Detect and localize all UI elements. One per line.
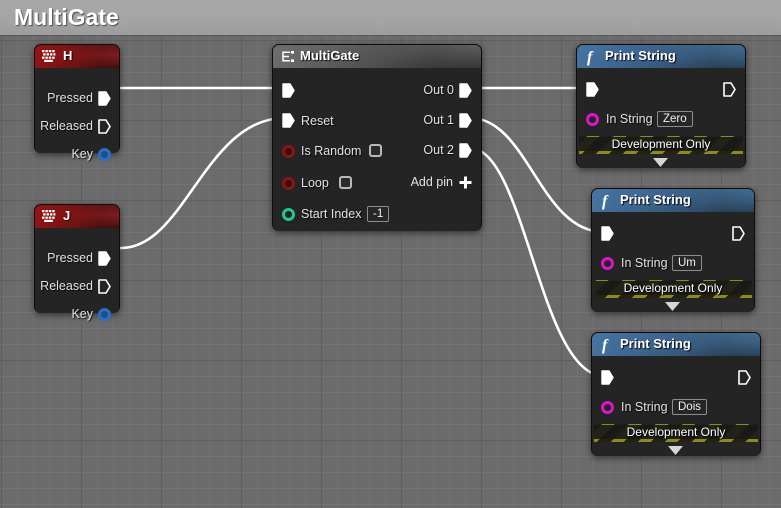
data-pin-key[interactable] — [98, 148, 111, 161]
function-icon: f — [600, 191, 614, 212]
node-title-key-h: H — [63, 48, 73, 63]
exec-pin-in[interactable] — [601, 370, 614, 385]
node-header-key-j[interactable]: J — [35, 205, 119, 228]
exec-pin-out[interactable] — [723, 82, 736, 97]
pin-label-key: Key — [71, 147, 93, 161]
pin-label-reset: Reset — [301, 114, 334, 128]
pin-label-out-0: Out 0 — [423, 83, 454, 97]
svg-text:f: f — [587, 49, 594, 66]
node-print-string-dois[interactable]: f Print String In String Dois Developmen… — [591, 332, 761, 456]
development-only-label: Development Only — [594, 425, 758, 439]
node-header-key-h[interactable]: H — [35, 45, 119, 68]
start-index-input[interactable]: -1 — [367, 206, 390, 222]
node-header-print-string-zero[interactable]: f Print String — [577, 45, 745, 68]
in-string-input[interactable]: Um — [672, 255, 702, 271]
data-pin-is-random[interactable] — [282, 145, 295, 158]
node-input-key-j[interactable]: J Pressed Released Key — [34, 204, 120, 321]
blueprint-graph-canvas[interactable]: H Pressed Released Key J Pressed Release… — [0, 36, 781, 508]
node-print-string-zero[interactable]: f Print String In String Zero Developmen… — [576, 44, 746, 168]
pin-label-released: Released — [40, 279, 93, 293]
node-body-key-j: Pressed Released Key — [35, 228, 119, 321]
exec-pin-out-0[interactable] — [459, 83, 472, 98]
page-title: MultiGate — [14, 4, 119, 30]
function-icon: f — [600, 335, 614, 356]
keyboard-icon — [41, 49, 57, 68]
node-title-print-string-zero: Print String — [605, 48, 676, 63]
pin-label-pressed: Pressed — [47, 91, 93, 105]
node-print-string-um[interactable]: f Print String In String Um Development … — [591, 188, 755, 312]
data-pin-loop[interactable] — [282, 177, 295, 190]
window-title-bar: MultiGate — [0, 0, 781, 36]
pin-label-in-string: In String — [621, 400, 668, 414]
pin-label-pressed: Pressed — [47, 251, 93, 265]
pin-label-released: Released — [40, 119, 93, 133]
svg-text:f: f — [602, 337, 609, 354]
pin-label-out-1: Out 1 — [423, 113, 454, 127]
collapse-arrow-icon[interactable] — [665, 298, 680, 311]
function-icon: f — [585, 47, 599, 68]
pin-label-start-index: Start Index — [301, 207, 362, 221]
data-pin-in-string[interactable] — [601, 401, 614, 414]
multigate-icon — [281, 50, 295, 68]
node-header-print-string-dois[interactable]: f Print String — [592, 333, 760, 356]
node-header-multigate[interactable]: MultiGate — [273, 45, 481, 68]
data-pin-start-index[interactable] — [282, 208, 295, 221]
node-body-print-string-zero: In String Zero Development Only — [577, 68, 745, 168]
node-header-print-string-um[interactable]: f Print String — [592, 189, 754, 212]
exec-pin-in[interactable] — [586, 82, 599, 97]
exec-pin-reset[interactable] — [282, 113, 295, 128]
plus-icon[interactable] — [459, 176, 472, 189]
development-only-banner: Development Only — [579, 136, 743, 154]
exec-pin-out[interactable] — [738, 370, 751, 385]
node-input-key-h[interactable]: H Pressed Released Key — [34, 44, 120, 161]
pin-label-loop: Loop — [301, 176, 329, 190]
pin-label-key: Key — [71, 307, 93, 321]
data-pin-in-string[interactable] — [601, 257, 614, 270]
node-body-print-string-dois: In String Dois Development Only — [592, 356, 760, 456]
pin-label-in-string: In String — [621, 256, 668, 270]
in-string-input[interactable]: Dois — [672, 399, 708, 415]
in-string-input[interactable]: Zero — [657, 111, 693, 127]
pin-label-in-string: In String — [606, 112, 653, 126]
svg-text:f: f — [602, 193, 609, 210]
blueprint-editor-window: MultiGate H Pressed Released Key J Press… — [0, 0, 781, 508]
exec-pin-pressed[interactable] — [98, 251, 111, 266]
node-title-print-string-dois: Print String — [620, 336, 691, 351]
node-title-multigate: MultiGate — [300, 48, 360, 63]
exec-pin-out[interactable] — [732, 226, 745, 241]
data-pin-key[interactable] — [98, 308, 111, 321]
node-multigate[interactable]: MultiGate Reset Is Random Loop Start Ind… — [272, 44, 482, 231]
data-pin-in-string[interactable] — [586, 113, 599, 126]
exec-pin-out-2[interactable] — [459, 143, 472, 158]
exec-pin-released[interactable] — [98, 279, 111, 294]
node-body-multigate: Reset Is Random Loop Start Index -1 Out … — [273, 68, 481, 231]
wire-out2-to-print-dois — [468, 146, 606, 378]
keyboard-icon — [41, 209, 57, 228]
collapse-arrow-icon[interactable] — [653, 154, 668, 167]
development-only-banner: Development Only — [594, 424, 758, 442]
add-pin-label: Add pin — [410, 175, 453, 189]
pin-label-is-random: Is Random — [301, 144, 362, 158]
checkbox-is-random[interactable] — [369, 144, 382, 157]
node-title-print-string-um: Print String — [620, 192, 691, 207]
exec-pin-pressed[interactable] — [98, 91, 111, 106]
node-body-print-string-um: In String Um Development Only — [592, 212, 754, 312]
wire-keyj-pressed-to-multigate-reset — [119, 116, 287, 250]
development-only-label: Development Only — [594, 281, 752, 295]
node-body-key-h: Pressed Released Key — [35, 68, 119, 161]
exec-pin-in[interactable] — [601, 226, 614, 241]
collapse-arrow-icon[interactable] — [668, 442, 683, 455]
node-title-key-j: J — [63, 208, 71, 223]
development-only-banner: Development Only — [594, 280, 752, 298]
checkbox-loop[interactable] — [339, 176, 352, 189]
exec-pin-out-1[interactable] — [459, 113, 472, 128]
pin-label-out-2: Out 2 — [423, 143, 454, 157]
exec-pin-in[interactable] — [282, 83, 295, 98]
exec-pin-released[interactable] — [98, 119, 111, 134]
development-only-label: Development Only — [579, 137, 743, 151]
